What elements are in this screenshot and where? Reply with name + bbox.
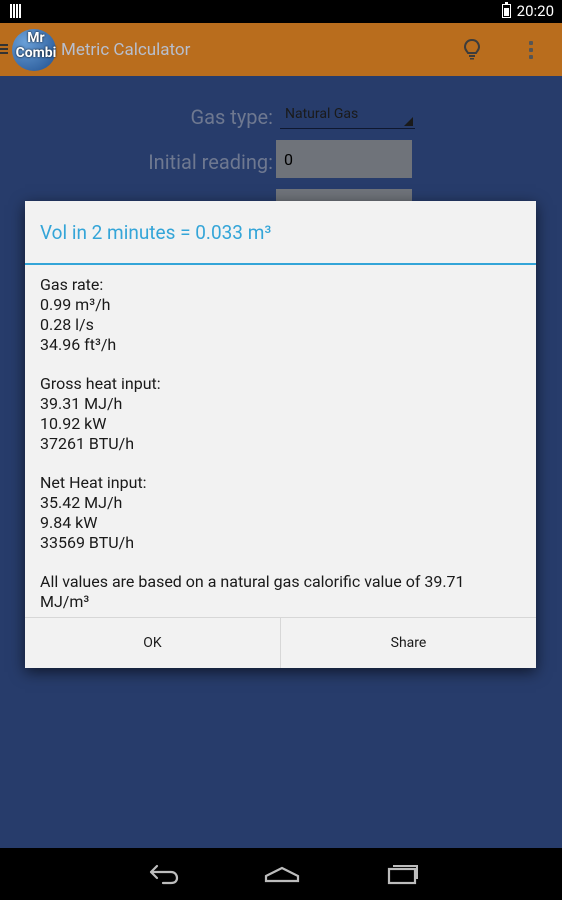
logo-text-top: Mr (27, 30, 45, 46)
status-right: 20:20 (501, 2, 554, 20)
recents-icon[interactable] (385, 862, 421, 886)
dialog-title: Vol in 2 minutes = 0.033 m³ (40, 221, 272, 244)
value-line: 34.96 ft³/h (40, 335, 117, 354)
dialog-body: Gas rate: 0.99 m³/h 0.28 l/s 34.96 ft³/h… (40, 275, 525, 612)
logo-text-bottom: Combi (15, 45, 57, 61)
gas-type-select[interactable]: Natural Gas (280, 106, 415, 129)
gross-heat-section: Gross heat input: 39.31 MJ/h 10.92 kW 37… (40, 374, 525, 454)
value-line: 33569 BTU/h (40, 533, 135, 552)
gas-type-label: Gas type: (190, 105, 273, 129)
app-title: Metric Calculator (61, 40, 191, 60)
value-line: 39.31 MJ/h (40, 394, 123, 413)
value-line: 10.92 kW (40, 414, 107, 433)
value-line: 0.28 l/s (40, 315, 94, 334)
section-heading: Gas rate: (40, 275, 104, 294)
logo-text: Mr Combi (12, 31, 60, 61)
value-line: 9.84 kW (40, 513, 98, 532)
dialog-divider (25, 263, 536, 265)
gas-rate-section: Gas rate: 0.99 m³/h 0.28 l/s 34.96 ft³/h (40, 275, 525, 355)
status-bar: 20:20 (0, 0, 562, 23)
status-time: 20:20 (516, 2, 554, 20)
ok-button[interactable]: OK (25, 618, 281, 668)
dropdown-arrow-icon (404, 117, 413, 126)
dialog-actions: OK Share (25, 617, 536, 668)
initial-reading-input[interactable]: 0 (276, 140, 412, 178)
value-line: 35.42 MJ/h (40, 493, 123, 512)
net-heat-section: Net Heat input: 35.42 MJ/h 9.84 kW 33569… (40, 473, 525, 553)
share-button[interactable]: Share (281, 618, 536, 668)
section-heading: Gross heat input: (40, 374, 161, 393)
value-line: 37261 BTU/h (40, 434, 135, 453)
signal-icon (10, 4, 22, 18)
calorific-note: All values are based on a natural gas ca… (40, 572, 465, 611)
result-dialog: Vol in 2 minutes = 0.033 m³ Gas rate: 0.… (25, 201, 536, 668)
initial-reading-label: Initial reading: (148, 150, 273, 174)
overflow-menu-icon[interactable] (528, 38, 534, 60)
battery-icon (501, 2, 511, 18)
gas-type-value: Natural Gas (285, 106, 359, 122)
value-line: 0.99 m³/h (40, 295, 111, 314)
back-icon[interactable] (145, 862, 181, 886)
menu-icon[interactable] (0, 42, 8, 56)
home-icon[interactable] (264, 862, 300, 886)
lightbulb-icon[interactable] (462, 38, 482, 60)
navigation-bar (0, 848, 562, 900)
section-heading: Net Heat input: (40, 473, 147, 492)
